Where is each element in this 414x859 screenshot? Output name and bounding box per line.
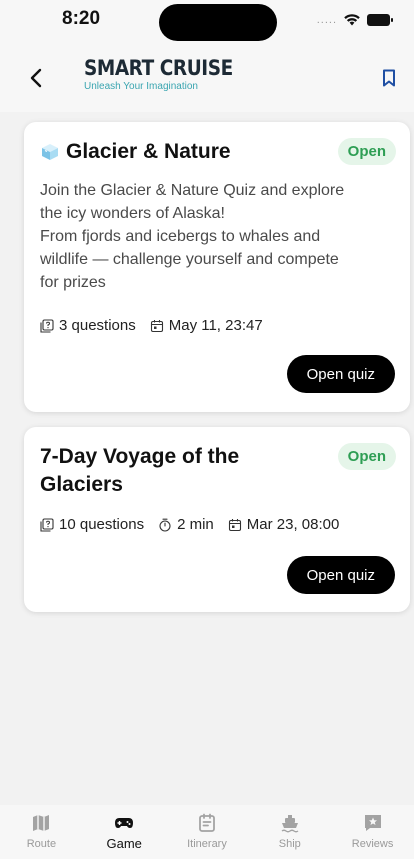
question-count: 3 questions: [40, 317, 136, 334]
app-logo: SMART CRUISE Unleash Your Imagination: [84, 56, 253, 92]
dynamic-island: [159, 4, 277, 41]
battery-icon: [367, 13, 393, 26]
quiz-title: Glacier & Nature: [40, 138, 231, 166]
quiz-title-text: Glacier & Nature: [66, 140, 231, 163]
tab-itinerary[interactable]: Itinerary: [177, 813, 237, 850]
description-line: for prizes: [40, 274, 106, 291]
calendar-icon: [150, 319, 163, 332]
chevron-left-icon: [30, 68, 42, 88]
review-icon: [364, 815, 381, 831]
bookmark-icon: [383, 69, 395, 87]
map-icon: [33, 815, 50, 831]
description-line: Join the Glacier & Nature Quiz and explo…: [40, 182, 345, 199]
wifi-icon: [344, 14, 360, 26]
quiz-meta: 10 questions 2 min Mar 23, 08:00: [40, 516, 339, 533]
tab-ship[interactable]: Ship: [260, 813, 320, 850]
status-badge: Open: [337, 138, 396, 165]
tab-reviews[interactable]: Reviews: [343, 813, 403, 850]
tab-label: Reviews: [351, 838, 394, 850]
tab-label: Route: [26, 838, 57, 850]
logo-title: SMART CRUISE: [84, 56, 233, 80]
question-count-text: 10 questions: [59, 516, 145, 533]
question-count-text: 3 questions: [59, 317, 136, 334]
tab-route[interactable]: Route: [11, 813, 71, 850]
quiz-date-text: May 11, 23:47: [168, 317, 263, 334]
status-icons: .....: [316, 13, 393, 26]
tab-game[interactable]: Game: [94, 813, 154, 851]
bookmark-button[interactable]: [378, 66, 400, 90]
logo-subtitle: Unleash Your Imagination: [84, 81, 198, 92]
questions-icon: [40, 517, 54, 532]
quiz-meta: 3 questions May 11, 23:47: [40, 317, 263, 334]
quiz-duration: 2 min: [158, 516, 214, 533]
quiz-description: Join the Glacier & Nature Quiz and explo…: [40, 179, 402, 294]
status-time: 8:20: [62, 8, 101, 29]
quiz-date-text: Mar 23, 08:00: [246, 516, 340, 533]
questions-icon: [40, 318, 54, 333]
itinerary-icon: [199, 813, 215, 832]
description-line: From fjords and icebergs to whales and: [40, 228, 321, 245]
calendar-icon: [228, 518, 241, 531]
tab-label: Game: [106, 836, 142, 851]
status-bar: 8:20 .....: [0, 0, 414, 44]
quiz-date: May 11, 23:47: [150, 317, 263, 334]
ice-cube-icon: [42, 144, 58, 160]
description-line: wildlife — challenge yourself and compet…: [40, 251, 339, 268]
description-line: the icy wonders of Alaska!: [40, 205, 225, 222]
status-badge: Open: [337, 443, 396, 470]
quiz-duration-text: 2 min: [177, 516, 214, 533]
open-quiz-button[interactable]: Open quiz: [286, 355, 395, 393]
quiz-card-header: Glacier & Nature Open: [40, 138, 396, 166]
ship-icon: [281, 815, 299, 833]
signal-icon: .....: [316, 13, 337, 26]
open-quiz-button[interactable]: Open quiz: [286, 556, 395, 594]
question-count: 10 questions: [40, 516, 144, 533]
app-header: SMART CRUISE Unleash Your Imagination: [0, 44, 414, 112]
quiz-title: 7-Day Voyage of the Glaciers: [40, 445, 240, 496]
gamepad-icon: [115, 818, 134, 828]
quiz-date: Mar 23, 08:00: [228, 516, 340, 533]
quiz-card-header: 7-Day Voyage of the Glaciers Open: [40, 443, 396, 499]
timer-icon: [159, 518, 171, 532]
bottom-tab-bar: Route Game Itinerary Ship Reviews: [0, 805, 414, 859]
tab-label: Itinerary: [187, 838, 227, 850]
back-button[interactable]: [22, 64, 50, 92]
quiz-card: Glacier & Nature Open Join the Glacier &…: [24, 122, 410, 412]
tab-label: Ship: [278, 838, 301, 850]
quiz-card: 7-Day Voyage of the Glaciers Open 10 que…: [24, 427, 410, 612]
